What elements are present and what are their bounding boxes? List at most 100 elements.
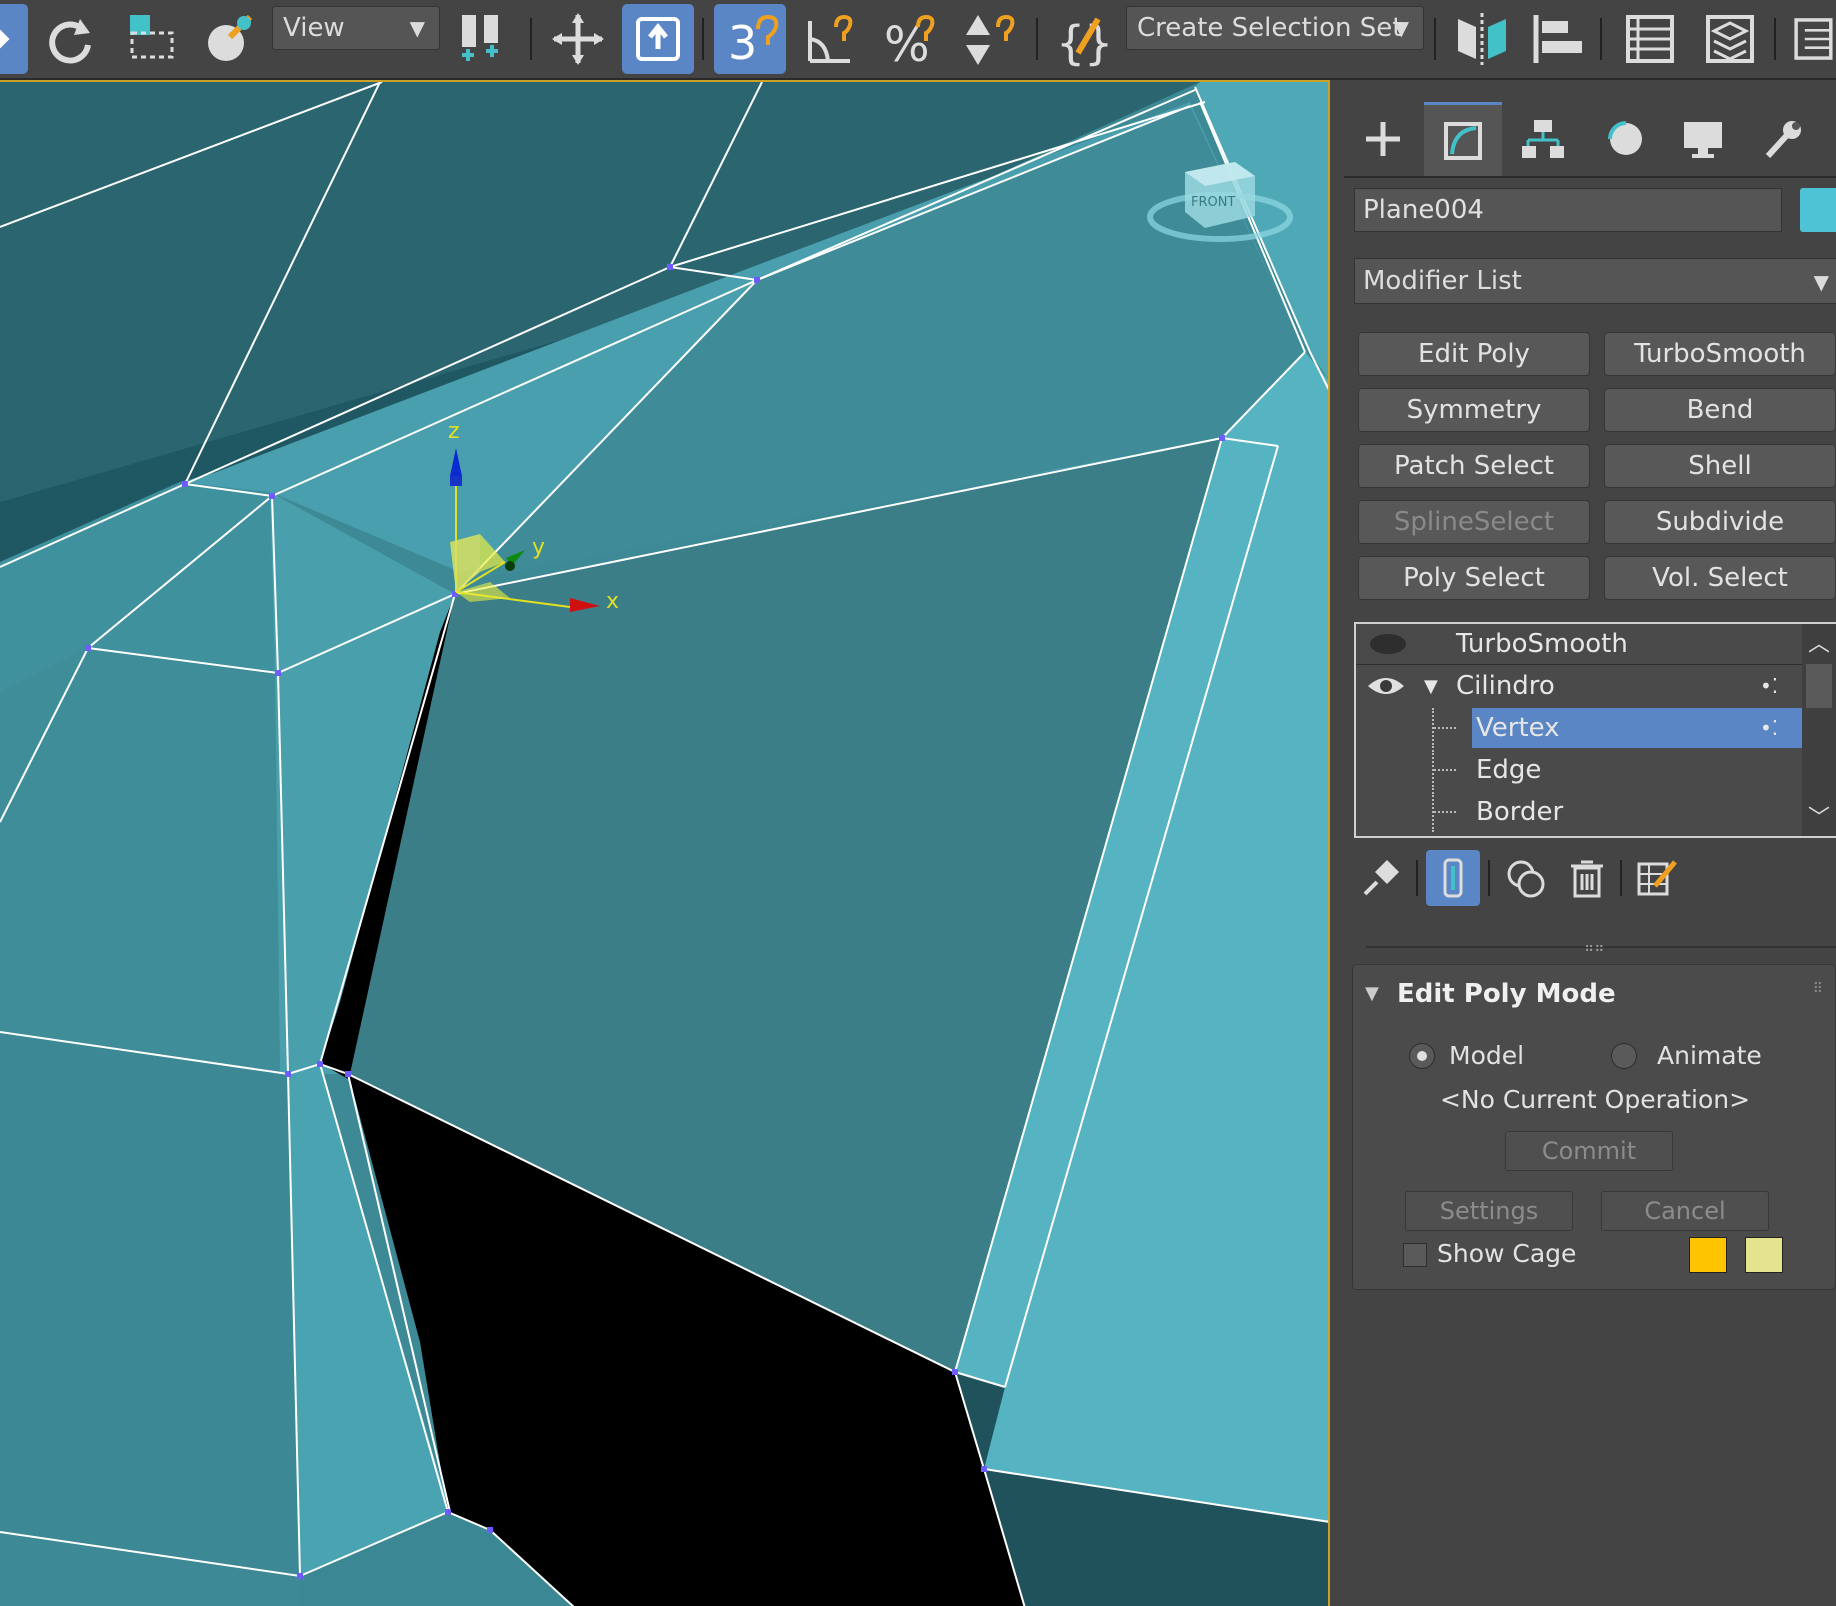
show-cage-checkbox[interactable] [1403,1243,1427,1267]
svg-text:}: } [1084,16,1113,69]
viewport-mesh [0,82,1328,1606]
vol-select-button[interactable]: Vol. Select [1604,556,1836,600]
display-tab[interactable] [1664,102,1742,176]
select-and-link-icon[interactable] [0,4,28,74]
poly-select-button[interactable]: Poly Select [1358,556,1590,600]
snap-3d-label: 3 [728,16,757,69]
stack-toolbar [1354,850,1834,910]
show-end-result-icon[interactable] [1426,850,1480,906]
select-object-paint-icon[interactable] [194,4,266,74]
hierarchy-tab[interactable] [1504,102,1582,176]
show-cage-label: Show Cage [1437,1239,1577,1268]
stack-item-vertex[interactable]: Vertex •⁚ [1356,708,1802,748]
stack-item-edge[interactable]: Edge [1356,750,1802,790]
hierarchy-icon [1522,120,1564,158]
reference-coord-dropdown[interactable]: View ▼ [272,6,440,50]
drag-handle-icon[interactable]: ⠶⠶ [1584,940,1605,956]
trash-icon[interactable] [1560,850,1614,906]
rollout-grip-icon[interactable]: ⠿ [1813,981,1823,997]
edit-named-selection-icon[interactable]: {} [1048,4,1120,74]
modify-tab[interactable] [1424,102,1502,176]
subdivide-button[interactable]: Subdivide [1604,500,1836,544]
bend-button[interactable]: Bend [1604,388,1836,432]
model-radio[interactable] [1409,1043,1435,1069]
modify-icon [1444,121,1482,160]
cage-selected-color-swatch[interactable] [1745,1237,1783,1273]
rect-selection-region-icon[interactable] [114,4,186,74]
motion-icon [1608,121,1642,155]
edit-poly-mode-rollout: ▼ Edit Poly Mode ⠿ Model Animate <No Cur… [1352,964,1836,1290]
mesh-faces [0,82,1328,1606]
redo-icon[interactable] [34,4,106,74]
cage-color-swatch[interactable] [1689,1237,1727,1273]
scroll-down-icon[interactable]: ﹀ [1808,800,1830,832]
rollout-title[interactable]: Edit Poly Mode [1397,979,1616,1009]
viewcube-icon[interactable]: FRONT [1145,142,1295,252]
stack-item-border[interactable]: Border [1356,792,1802,832]
selection-set-label: Create Selection Set [1137,13,1403,43]
eye-icon[interactable] [1366,672,1406,700]
settings-button[interactable]: Settings [1405,1191,1573,1231]
svg-text:%: % [884,17,930,69]
toolbar-separator [1036,18,1038,60]
z-axis-label: z [448,419,460,444]
spinner-snap-icon[interactable] [954,4,1026,74]
eye-off-icon[interactable] [1368,632,1408,656]
modifier-list-label: Modifier List [1363,266,1522,296]
stack-item-label: Cilindro [1456,671,1555,701]
scene-explorer-icon[interactable] [1614,4,1686,74]
selection-set-dropdown[interactable]: Create Selection Set ▼ [1126,6,1424,50]
layer-explorer-icon[interactable] [1694,4,1766,74]
stack-item-turbosmooth[interactable]: TurboSmooth [1356,624,1802,665]
reference-coord-label: View [283,13,345,43]
move-icon[interactable] [542,4,614,74]
configure-modifier-sets-icon[interactable] [1630,850,1684,906]
object-color-swatch[interactable] [1800,188,1836,232]
percent-snap-icon[interactable]: % [874,4,946,74]
transform-gizmo[interactable]: z y x [430,402,650,612]
symmetry-button[interactable]: Symmetry [1358,388,1590,432]
select-manipulate-icon[interactable] [622,4,694,74]
scroll-up-icon[interactable]: ︿ [1808,626,1830,658]
snaps-toggle-icon[interactable]: 3 [714,4,786,74]
modifier-stack: TurboSmooth ▼ Cilindro •⁚ Vertex •⁚ Edge… [1354,622,1836,838]
mirror-icon[interactable] [1446,4,1518,74]
pivot-point-center-icon[interactable] [448,4,520,74]
commit-button[interactable]: Commit [1505,1131,1673,1171]
stack-scrollbar[interactable]: ︿ ﹀ [1802,624,1836,836]
turbosmooth-button[interactable]: TurboSmooth [1604,332,1836,376]
scroll-thumb[interactable] [1806,664,1832,708]
rollout-collapse-icon[interactable]: ▼ [1365,983,1379,1004]
splineselect-button[interactable]: SplineSelect [1358,500,1590,544]
shell-button[interactable]: Shell [1604,444,1836,488]
object-name-field[interactable]: Plane004 [1354,188,1782,232]
create-tab[interactable] [1344,102,1422,176]
utilities-tab[interactable] [1744,102,1822,176]
collapse-triangle-icon[interactable]: ▼ [1424,676,1438,697]
animate-radio[interactable] [1611,1043,1637,1069]
wrench-icon [1765,121,1801,159]
patch-select-button[interactable]: Patch Select [1358,444,1590,488]
stack-item-label: Border [1476,797,1564,827]
make-unique-icon[interactable] [1498,850,1552,906]
align-icon[interactable] [1522,4,1594,74]
motion-tab[interactable] [1584,102,1662,176]
perspective-viewport[interactable]: FRONT z y x [0,80,1330,1606]
pin-stack-icon[interactable] [1354,850,1408,906]
toolbar-separator [1774,18,1776,60]
toolbar-separator [702,18,704,60]
toolbar-separator [1416,860,1418,896]
toolbar-separator [1600,18,1602,60]
toolbar-separator [1488,860,1490,896]
plus-icon [1366,122,1400,156]
toolbar-separator [1620,860,1622,896]
edit-poly-button[interactable]: Edit Poly [1358,332,1590,376]
angle-snap-icon[interactable] [794,4,866,74]
toggle-ribbon-icon[interactable] [1784,4,1836,74]
stack-item-cilindro[interactable]: ▼ Cilindro •⁚ [1356,666,1802,706]
cancel-button[interactable]: Cancel [1601,1191,1769,1231]
animate-label: Animate [1657,1041,1762,1070]
modifier-list-dropdown[interactable]: Modifier List ▼ [1354,258,1836,304]
toolbar-separator [530,18,532,60]
command-panel: Plane004 Modifier List ▼ Edit Poly Turbo… [1340,80,1836,1606]
